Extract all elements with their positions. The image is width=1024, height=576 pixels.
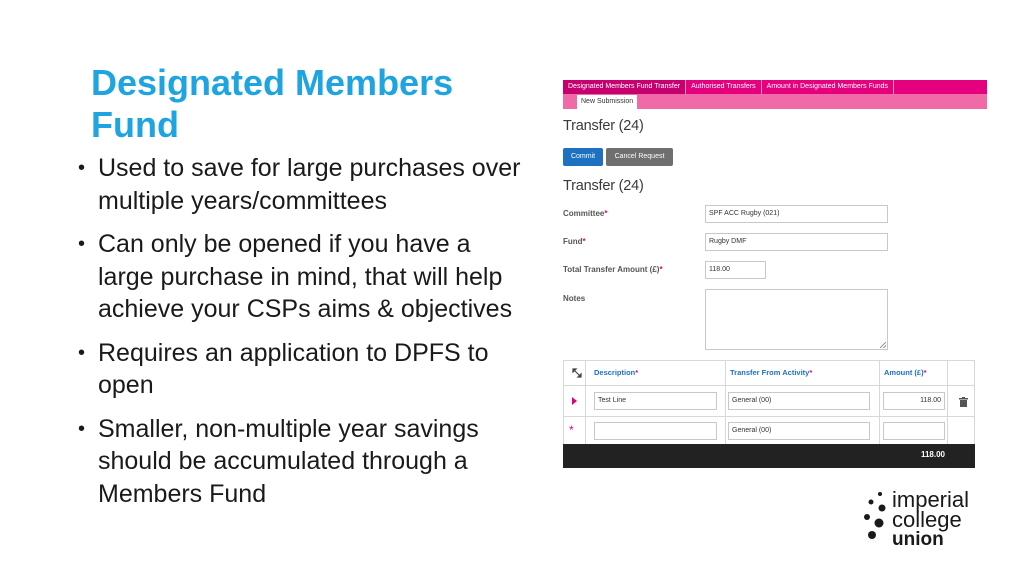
new-row-star-icon: * — [569, 423, 574, 437]
slide-title-line-2: Fund — [91, 104, 179, 145]
bullet-item: • Used to save for large purchases over … — [76, 152, 556, 217]
required-marker: * — [809, 368, 813, 377]
bullet-glyph: • — [78, 341, 86, 364]
fund-field[interactable]: Rugby DMF — [705, 233, 888, 251]
committee-label-text: Committee — [563, 209, 605, 218]
bullet-text: Requires an application to DPFS to — [98, 338, 489, 367]
bullet-item: • Can only be opened if you have a large… — [76, 228, 556, 326]
bullet-text: large purchase in mind, that will help — [98, 262, 503, 291]
activity-cell: General (00) — [726, 417, 880, 447]
activity-cell: General (00) — [726, 386, 880, 416]
total-transfer-field[interactable]: 118.00 — [705, 261, 766, 279]
amount-input[interactable] — [883, 422, 945, 440]
bullet-text: achieve your CSPs aims & objectives — [98, 295, 513, 323]
main-tab-bar: Designated Members Fund Transfer Authori… — [563, 80, 987, 94]
description-cell — [586, 417, 726, 447]
committee-field[interactable]: SPF ACC Rugby (021) — [705, 205, 888, 223]
imperial-college-union-logo: imperial college union — [862, 489, 992, 550]
bullet-glyph: • — [78, 233, 86, 255]
sub-tab-bar: New Submission — [563, 94, 987, 109]
header-amount-text: Amount (£) — [884, 368, 924, 377]
activity-input[interactable]: General (00) — [728, 422, 870, 440]
table-row[interactable]: * General (00) — [564, 417, 974, 447]
grid-header-cell: Description* — [586, 361, 726, 385]
total-transfer-label-text: Total Transfer Amount (£) — [563, 265, 660, 274]
row-caret-icon — [572, 397, 577, 405]
bullet-text: Used to save for large purchases over — [98, 154, 521, 182]
notes-label: Notes — [563, 294, 586, 303]
required-marker: * — [635, 368, 639, 377]
grid-header-cell: Amount (£)* — [880, 361, 948, 385]
row-selector-cell[interactable]: * — [564, 417, 586, 447]
transfer-lines-grid: Description* Transfer From Activity* Amo… — [563, 360, 975, 468]
bullet-text: Members Fund — [98, 479, 267, 508]
bullet-text: should be accumulated through a — [98, 447, 468, 475]
description-input[interactable]: Test Line — [594, 392, 717, 410]
committee-label: Committee* — [563, 209, 607, 218]
commit-button[interactable]: Commit — [563, 148, 603, 166]
bullet-text: open — [98, 371, 154, 399]
form-heading: Transfer (24) — [563, 178, 644, 194]
logo-text-union: union — [892, 529, 944, 550]
header-activity-text: Transfer From Activity — [730, 368, 810, 377]
tab-authorised-transfers[interactable]: Authorised Transfers — [686, 80, 762, 94]
slide-title: Designated Members Fund — [91, 62, 511, 146]
bullet-item: • Smaller, non-multiple year savings sho… — [76, 413, 556, 511]
bullet-text: Smaller, non-multiple year savings — [98, 414, 479, 443]
required-marker: * — [604, 209, 608, 218]
required-marker: * — [582, 237, 586, 246]
resize-grip-icon[interactable] — [880, 342, 886, 348]
grid-total-row: 118.00 — [563, 444, 975, 468]
cancel-request-button[interactable]: Cancel Request — [606, 148, 673, 166]
description-cell: Test Line — [586, 386, 726, 416]
required-marker: * — [923, 368, 927, 377]
amount-input[interactable]: 118.00 — [883, 392, 945, 410]
required-marker: * — [659, 265, 663, 274]
grid-header-row: Description* Transfer From Activity* Amo… — [564, 361, 974, 386]
amount-cell: 118.00 — [880, 386, 948, 416]
transfer-app-screenshot: Designated Members Fund Transfer Authori… — [563, 80, 987, 470]
header-transfer-from-activity[interactable]: Transfer From Activity* — [730, 368, 812, 377]
trash-icon[interactable] — [959, 397, 968, 407]
grid-header-cell: Transfer From Activity* — [726, 361, 880, 385]
bullet-item: • Requires an application to DPFS to ope… — [76, 337, 556, 402]
fund-label-text: Fund — [563, 237, 583, 246]
total-transfer-label: Total Transfer Amount (£)* — [563, 265, 663, 274]
logo-text-college: college — [892, 507, 962, 532]
row-selector-cell[interactable] — [564, 386, 586, 416]
subtab-new-submission[interactable]: New Submission — [577, 95, 638, 109]
header-description-text: Description — [594, 368, 636, 377]
bullet-text: Can only be opened if you have a — [98, 230, 471, 258]
grid-header-cell — [564, 361, 586, 385]
header-amount[interactable]: Amount (£)* — [884, 368, 927, 377]
slide-title-line-1: Designated Members — [91, 62, 454, 103]
bullet-glyph: • — [78, 157, 86, 179]
fund-label: Fund* — [563, 237, 586, 246]
expand-arrows-icon[interactable] — [572, 368, 582, 378]
tab-amount-in-designated-members-funds[interactable]: Amount in Designated Members Funds — [762, 80, 895, 94]
section-heading: Transfer (24) — [563, 118, 644, 134]
bullet-glyph: • — [78, 417, 86, 440]
bullet-text: multiple years/committees — [98, 186, 387, 215]
tab-designated-members-fund-transfer[interactable]: Designated Members Fund Transfer — [563, 80, 687, 94]
amount-cell — [880, 417, 948, 447]
logo-dots-icon — [864, 492, 886, 539]
activity-input[interactable]: General (00) — [728, 392, 870, 410]
bullet-list: • Used to save for large purchases over … — [76, 152, 556, 521]
header-description[interactable]: Description* — [594, 368, 638, 377]
table-row[interactable]: Test Line General (00) 118.00 — [564, 386, 974, 417]
notes-textarea[interactable] — [705, 289, 888, 350]
grid-total-value: 118.00 — [920, 450, 945, 459]
description-input[interactable] — [594, 422, 717, 440]
